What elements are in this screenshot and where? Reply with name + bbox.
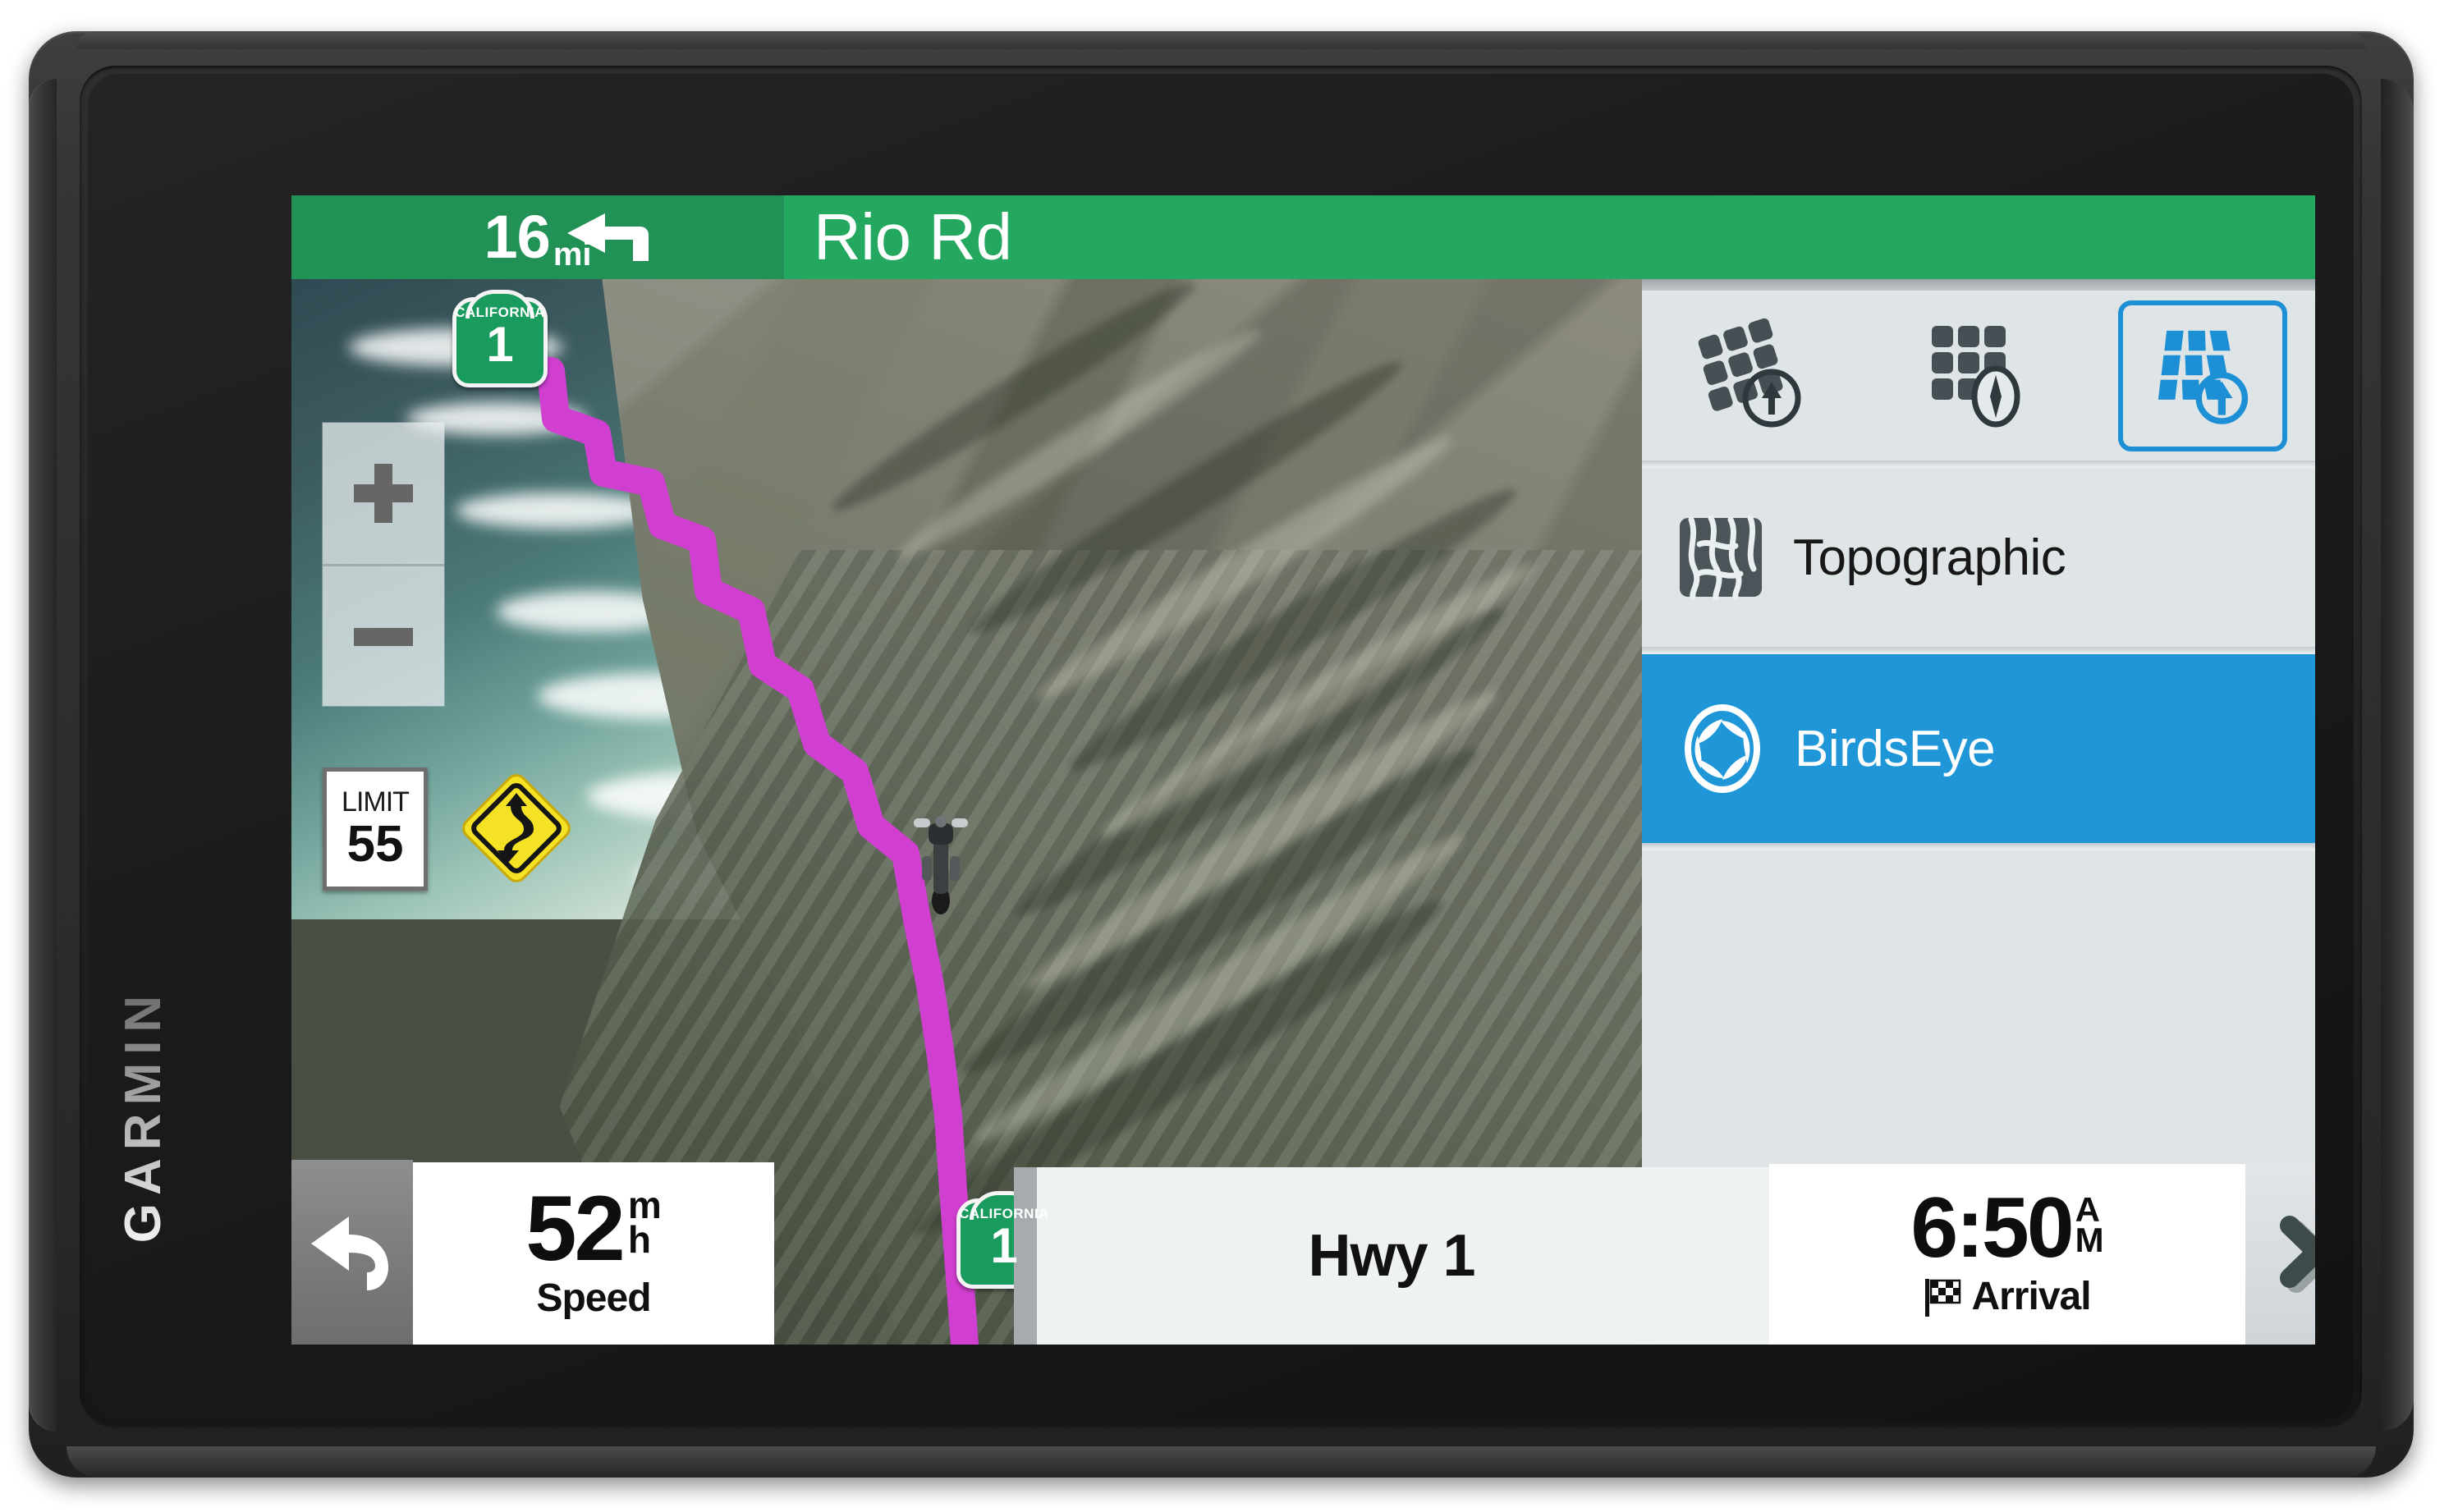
arrival-ampm: A M [2075,1192,2104,1260]
map-2d-north-up-icon [1931,325,2020,427]
close-x-icon [2279,1216,2315,1293]
street-name: Rio Rd [814,200,1012,273]
distance-value: 16 [484,203,551,271]
map-2d-track-up-button[interactable] [2118,300,2288,451]
panel-divider [1642,843,2315,850]
topographic-contour-icon [1680,515,1762,600]
device-bottom-edge [66,1446,2376,1478]
garmin-logo: GARMIN [116,934,172,1295]
speed-unit-bottom: h [627,1218,651,1262]
distance-to-turn: 16 mi [291,195,784,279]
panel-divider [1642,460,2315,468]
motorcycle-position-icon [914,816,968,914]
current-road-label: Hwy 1 [1308,1223,1475,1289]
zoom-in-button[interactable] [323,423,444,564]
gps-device-frame: GARMIN 16 mi Rio Rd CALIFORNIA 1 CALIFOR… [29,31,2414,1478]
map-2d-north-up-button[interactable] [1894,300,2063,451]
gps-screen: 16 mi Rio Rd CALIFORNIA 1 CALIFORNIA 1 L… [291,195,2315,1345]
highway-shield: CALIFORNIA 1 [452,290,548,387]
zoom-out-button[interactable] [323,566,444,708]
speed-unit: m h [627,1183,662,1262]
map-style-birdseye[interactable]: BirdsEye [1642,654,2315,843]
speed-panel: 52 m h Speed [413,1162,774,1345]
next-street-banner: Rio Rd [784,195,2315,279]
birdseye-aperture-icon [1685,704,1760,793]
map-3d-track-up-button[interactable] [1670,300,1839,451]
back-arrow-icon [311,1216,388,1290]
speed-caption: Speed [536,1276,651,1321]
birdseye-label: BirdsEye [1795,720,1996,777]
device-left-edge [29,79,57,1432]
minus-icon [354,628,413,646]
speed-limit-sign: LIMIT 55 [323,767,428,891]
arrival-ampm-bottom: M [2075,1221,2104,1260]
map-2d-track-up-icon [2158,330,2249,424]
turn-left-arrow-icon [567,213,649,261]
shield-number: 1 [486,317,514,372]
garmin-wordmark: GARMIN [115,987,172,1243]
map-orientation-row [1642,291,2315,460]
close-button[interactable] [2245,1164,2315,1345]
winding-road-warning-icon [462,774,571,882]
device-right-edge [2381,79,2414,1432]
speed-limit-value: 55 [346,816,404,873]
speed-limit-label: LIMIT [342,786,410,818]
arrival-caption: Arrival [1971,1275,2091,1319]
device-top-edge [76,31,2366,49]
checkered-flag-icon [1925,1278,1961,1317]
arrival-time: 6:50 [1910,1180,2074,1276]
speed-value: 52 [525,1176,626,1280]
speed-unit-top: m [627,1183,662,1226]
arrival-panel: 6:50 A M Arrival [1769,1164,2245,1345]
zoom-controls [323,423,444,706]
map-3d-track-up-icon [1698,318,1801,427]
panel-top-divider [1642,279,2315,291]
map-style-topographic[interactable]: Topographic [1642,468,2315,647]
panel-divider [1642,647,2315,654]
current-road-bar[interactable]: Hwy 1 [1014,1167,1769,1345]
topographic-label: Topographic [1793,529,2066,586]
plus-icon [374,464,392,523]
shield-number: 1 [990,1218,1018,1273]
back-button[interactable] [291,1160,413,1345]
navigation-header: 16 mi Rio Rd [291,195,2315,279]
